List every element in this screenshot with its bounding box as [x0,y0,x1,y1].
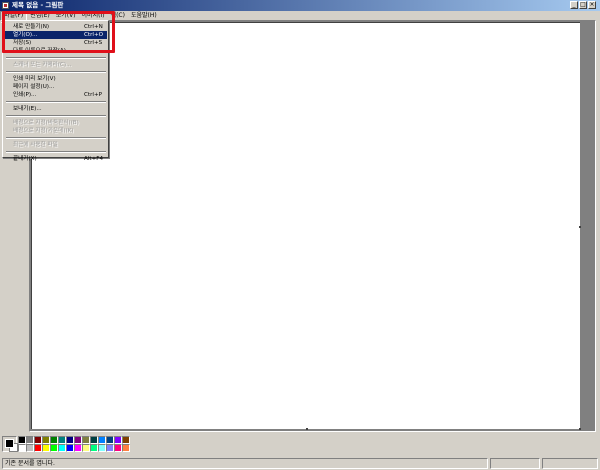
menu-item-label: 인쇄(P)... [13,92,37,98]
status-pane-size [542,458,598,469]
status-bar: 기존 문서를 엽니다. [0,457,600,470]
maximize-button[interactable]: □ [579,1,587,9]
file-menu-item: 최근에 사용한 파일 [5,141,107,149]
paint-window: 제목 없음 - 그림판 _ □ × 파일(F) 편집(E) 보기(V) 이미지(… [0,0,600,470]
palette-swatch[interactable] [58,436,66,444]
menu-item-label: 보내기(E)... [13,106,42,112]
palette-swatch[interactable] [66,436,74,444]
palette-swatch[interactable] [98,444,106,452]
file-menu-item[interactable]: 인쇄(P)... Ctrl+P [5,91,107,99]
menu-item-label: 최근에 사용한 파일 [13,142,58,148]
palette-swatch[interactable] [50,444,58,452]
palette-swatch[interactable] [26,444,34,452]
canvas-resize-handle-corner[interactable] [579,428,581,430]
menu-item-label: 페이지 설정(U)... [13,84,55,90]
canvas-resize-handle-bottom[interactable] [306,428,308,430]
palette-swatch[interactable] [82,436,90,444]
drawing-canvas[interactable] [31,22,581,430]
status-message: 기존 문서를 엽니다. [2,458,488,469]
palette-swatch[interactable] [18,436,26,444]
close-button[interactable]: × [588,1,596,9]
palette-swatch[interactable] [74,444,82,452]
palette-swatch[interactable] [34,436,42,444]
menu-item-label: 배경으로 지정(가운데)(K) [13,128,74,134]
canvas-resize-handle-right[interactable] [579,226,581,228]
menu-separator [6,151,106,153]
file-menu-item[interactable]: 페이지 설정(U)... [5,83,107,91]
status-pane-position [490,458,540,469]
menu-item-shortcut: Alt+F4 [84,156,104,162]
paint-app-icon[interactable] [2,2,9,9]
window-controls: _ □ × [570,1,596,9]
file-menu-item[interactable]: 끝내기(X) Alt+F4 [5,155,107,163]
menu-item-label: 스캐너 또는 카메라(C)... [13,62,72,68]
menu-separator [6,71,106,73]
menu-separator [6,137,106,139]
palette-swatch[interactable] [98,436,106,444]
palette-swatch[interactable] [122,444,130,452]
palette-swatch[interactable] [106,444,114,452]
palette-swatch[interactable] [34,444,42,452]
palette-swatch[interactable] [18,444,26,452]
foreground-color-swatch [5,439,14,448]
menu-item-label: 인쇄 미리 보기(V) [13,76,56,82]
palette-swatch[interactable] [42,444,50,452]
menu-item-label: 배경으로 지정(바둑판식)(B) [13,120,79,126]
menu-item-shortcut: Ctrl+P [84,92,103,98]
window-title: 제목 없음 - 그림판 [12,1,64,9]
palette-swatch[interactable] [90,436,98,444]
palette-swatch[interactable] [106,436,114,444]
palette-swatch[interactable] [66,444,74,452]
palette-swatch[interactable] [42,436,50,444]
palette-swatch[interactable] [58,444,66,452]
file-menu-item: 배경으로 지정(가운데)(K) [5,127,107,135]
current-colors [2,436,18,452]
palette-swatch[interactable] [90,444,98,452]
file-menu-item: 배경으로 지정(바둑판식)(B) [5,119,107,127]
minimize-button[interactable]: _ [570,1,578,9]
palette-swatch[interactable] [114,444,122,452]
highlight-box [2,11,115,53]
file-menu-item: 스캐너 또는 카메라(C)... [5,61,107,69]
palette-swatch[interactable] [26,436,34,444]
menu-separator [6,57,106,59]
file-menu-item[interactable]: 인쇄 미리 보기(V) [5,75,107,83]
menu-separator [6,115,106,117]
palette-swatches [18,436,130,452]
palette-swatch[interactable] [114,436,122,444]
menu-item-label: 끝내기(X) [13,156,37,162]
palette-swatch[interactable] [82,444,90,452]
file-menu-item[interactable]: 보내기(E)... [5,105,107,113]
palette-swatch[interactable] [122,436,130,444]
palette-swatch[interactable] [50,436,58,444]
title-bar[interactable]: 제목 없음 - 그림판 _ □ × [0,0,600,11]
menu-separator [6,101,106,103]
palette-swatch[interactable] [74,436,82,444]
color-palette [0,434,600,456]
